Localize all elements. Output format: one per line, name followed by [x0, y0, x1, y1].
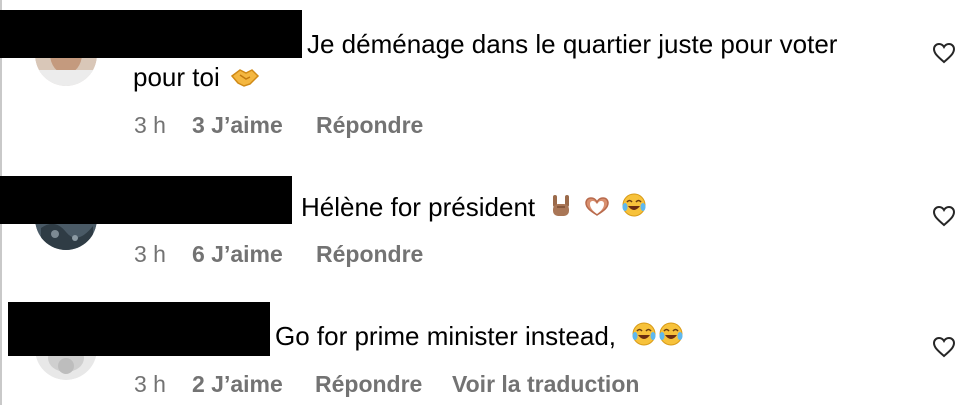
- comment-text: Hélène for président: [301, 190, 647, 226]
- heart-outline-icon[interactable]: [932, 205, 956, 227]
- redacted-username: [0, 176, 292, 224]
- comment-text-line: Go for prime minister instead,: [275, 321, 617, 351]
- reply-button[interactable]: Répondre: [316, 239, 423, 269]
- tears-of-joy-emoji: [621, 192, 647, 226]
- comment-text-line: Hélène for président: [301, 192, 536, 222]
- comment-time: 3 h: [134, 112, 166, 138]
- comment-meta: 3 h 6 J’aime Répondre: [134, 239, 534, 269]
- tears-of-joy-emoji: [631, 321, 657, 355]
- heart-hands-emoji: [583, 192, 611, 226]
- comment-text: Je déménage dans le quartier juste pour …: [307, 29, 838, 59]
- tears-of-joy-emoji: [658, 321, 684, 355]
- redacted-username: [0, 10, 302, 58]
- comment-time: 3 h: [134, 371, 166, 397]
- comment-time: 3 h: [134, 241, 166, 267]
- comment-meta: 3 h 2 J’aime Répondre Voir la traduction: [134, 369, 694, 399]
- handshake-emoji: [230, 62, 260, 96]
- redacted-username: [8, 302, 270, 356]
- likes-count-button[interactable]: 3 J’aime: [192, 110, 283, 140]
- rock-on-hand-emoji: [550, 192, 572, 226]
- likes-count-button[interactable]: 2 J’aime: [192, 369, 283, 399]
- comment-text-continued: pour toi: [133, 60, 260, 96]
- comment-text-line: pour toi: [133, 62, 220, 92]
- see-translation-button[interactable]: Voir la traduction: [452, 369, 639, 399]
- reply-button[interactable]: Répondre: [316, 110, 423, 140]
- heart-outline-icon[interactable]: [932, 336, 956, 358]
- comment-text: Go for prime minister instead,: [275, 319, 684, 355]
- reply-button[interactable]: Répondre: [315, 369, 422, 399]
- heart-outline-icon[interactable]: [932, 42, 956, 64]
- likes-count-button[interactable]: 6 J’aime: [192, 239, 283, 269]
- comment-meta: 3 h 3 J’aime Répondre: [134, 110, 534, 140]
